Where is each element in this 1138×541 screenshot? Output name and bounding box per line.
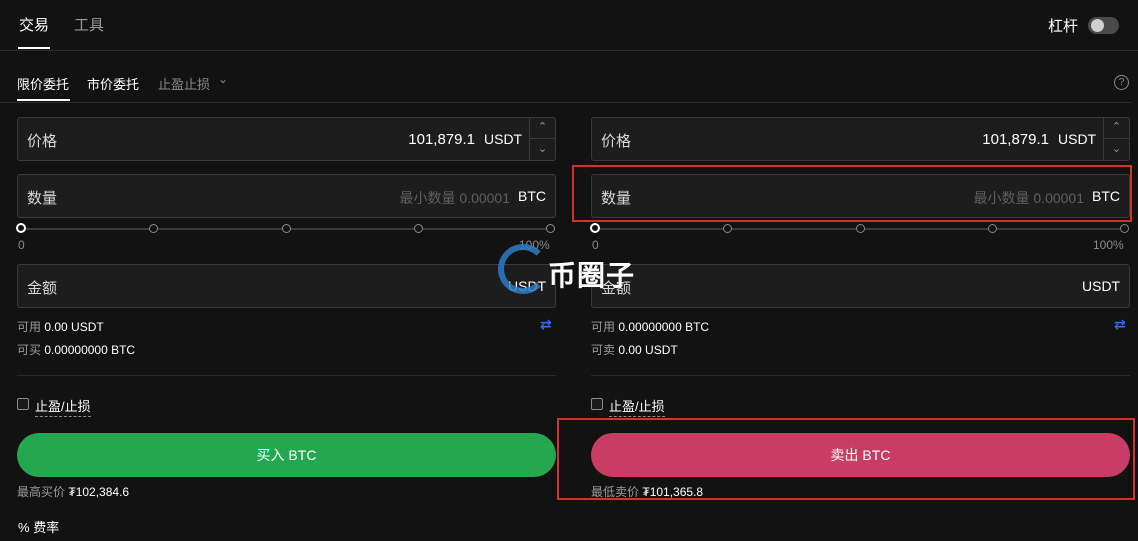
- sell-amount-unit: USDT: [1082, 278, 1121, 294]
- watermark-text: 币圈子: [548, 260, 636, 291]
- fee-rate[interactable]: % 费率: [18, 517, 59, 536]
- sell-slider-min: 0: [592, 238, 599, 252]
- best-bid: 最高买价 ₮102,384.6: [17, 483, 129, 500]
- buy-quantity-label: 数量: [27, 190, 58, 207]
- percent-icon: %: [18, 520, 30, 535]
- buy-price-stepper: ⌃ ⌄: [529, 117, 555, 161]
- sell-slider-mark-100[interactable]: [1120, 224, 1129, 233]
- sell-price-value[interactable]: 101,879.1: [944, 131, 1049, 148]
- sell-slider-mark-75[interactable]: [988, 224, 997, 233]
- tab-tpsl-order[interactable]: 止盈止损: [158, 74, 210, 93]
- sell-available-label: 可用: [591, 320, 616, 334]
- active-tab-indicator: [18, 47, 50, 49]
- sell-price-label: 价格: [601, 133, 632, 150]
- buy-slider-mark-50[interactable]: [282, 224, 291, 233]
- sell-can-sell: 可卖 0.00 USDT: [591, 341, 678, 358]
- swap-icon[interactable]: ⇄: [540, 316, 552, 333]
- sell-available: 可用 0.00000000 BTC: [591, 318, 709, 335]
- sell-price-stepper: ⌃ ⌄: [1103, 117, 1129, 161]
- swap-icon[interactable]: ⇄: [1114, 316, 1126, 333]
- buy-button[interactable]: 买入 BTC: [17, 433, 556, 477]
- buy-amount-label: 金额: [27, 280, 58, 297]
- buy-quantity-placeholder: 最小数量 0.00001: [399, 190, 511, 206]
- sell-can-value: 0.00 USDT: [618, 343, 678, 357]
- divider: [591, 375, 1130, 376]
- buy-tpsl-label[interactable]: 止盈/止损: [35, 396, 91, 417]
- fee-label: 费率: [33, 520, 60, 535]
- help-icon[interactable]: ?: [1114, 75, 1129, 90]
- buy-price-field[interactable]: [17, 117, 556, 161]
- buy-amount-field[interactable]: [17, 264, 556, 308]
- sell-available-value: 0.00000000 BTC: [618, 320, 710, 334]
- best-bid-label: 最高买价: [17, 485, 66, 499]
- divider: [0, 102, 1132, 103]
- best-bid-value: ₮102,384.6: [68, 485, 130, 499]
- buy-available-value: 0.00 USDT: [44, 320, 104, 334]
- watermark-logo-icon: [498, 244, 548, 294]
- sell-slider-max: 100%: [1093, 238, 1124, 252]
- sell-can-label: 可卖: [591, 343, 616, 357]
- leverage-label: 杠杆: [1048, 18, 1079, 35]
- chevron-up-icon[interactable]: ⌃: [1104, 117, 1129, 138]
- buy-price-unit: USDT: [484, 131, 523, 147]
- tab-trade[interactable]: 交易: [19, 14, 49, 35]
- sell-price-unit: USDT: [1058, 131, 1097, 147]
- buy-slider-min: 0: [18, 238, 25, 252]
- buy-slider-handle[interactable]: [16, 223, 26, 233]
- sell-tpsl-checkbox[interactable]: [591, 398, 603, 410]
- order-tab-indicator: [17, 99, 70, 101]
- chevron-down-icon[interactable]: ⌄: [530, 138, 555, 159]
- sell-amount-field[interactable]: [591, 264, 1130, 308]
- divider: [17, 375, 556, 376]
- top-tab-bar: [0, 0, 1138, 51]
- buy-can-label: 可买: [17, 343, 42, 357]
- buy-slider-mark-75[interactable]: [414, 224, 423, 233]
- sell-slider-handle[interactable]: [590, 223, 600, 233]
- chevron-down-icon[interactable]: ⌄: [1104, 138, 1129, 159]
- buy-tpsl-checkbox[interactable]: [17, 398, 29, 410]
- sell-tpsl-label[interactable]: 止盈/止损: [609, 396, 665, 417]
- buy-can-buy: 可买 0.00000000 BTC: [17, 341, 135, 358]
- buy-quantity-unit: BTC: [518, 188, 546, 204]
- buy-available-label: 可用: [17, 320, 42, 334]
- chevron-up-icon[interactable]: ⌃: [530, 117, 555, 138]
- tab-tools[interactable]: 工具: [74, 14, 104, 35]
- leverage-toggle-knob: [1091, 19, 1104, 32]
- sell-button-highlight: [557, 418, 1135, 500]
- sell-price-field[interactable]: [591, 117, 1130, 161]
- tab-limit-order[interactable]: 限价委托: [17, 74, 69, 93]
- sell-slider-mark-25[interactable]: [723, 224, 732, 233]
- tab-market-order[interactable]: 市价委托: [87, 74, 139, 93]
- buy-slider-mark-25[interactable]: [149, 224, 158, 233]
- buy-available: 可用 0.00 USDT: [17, 318, 104, 335]
- sell-slider-mark-50[interactable]: [856, 224, 865, 233]
- buy-slider-mark-100[interactable]: [546, 224, 555, 233]
- sell-quantity-highlight: [572, 165, 1132, 222]
- buy-price-label: 价格: [27, 133, 58, 150]
- chevron-down-icon[interactable]: ⌄: [218, 72, 228, 86]
- buy-price-value[interactable]: 101,879.1: [370, 131, 475, 148]
- buy-can-value: 0.00000000 BTC: [44, 343, 136, 357]
